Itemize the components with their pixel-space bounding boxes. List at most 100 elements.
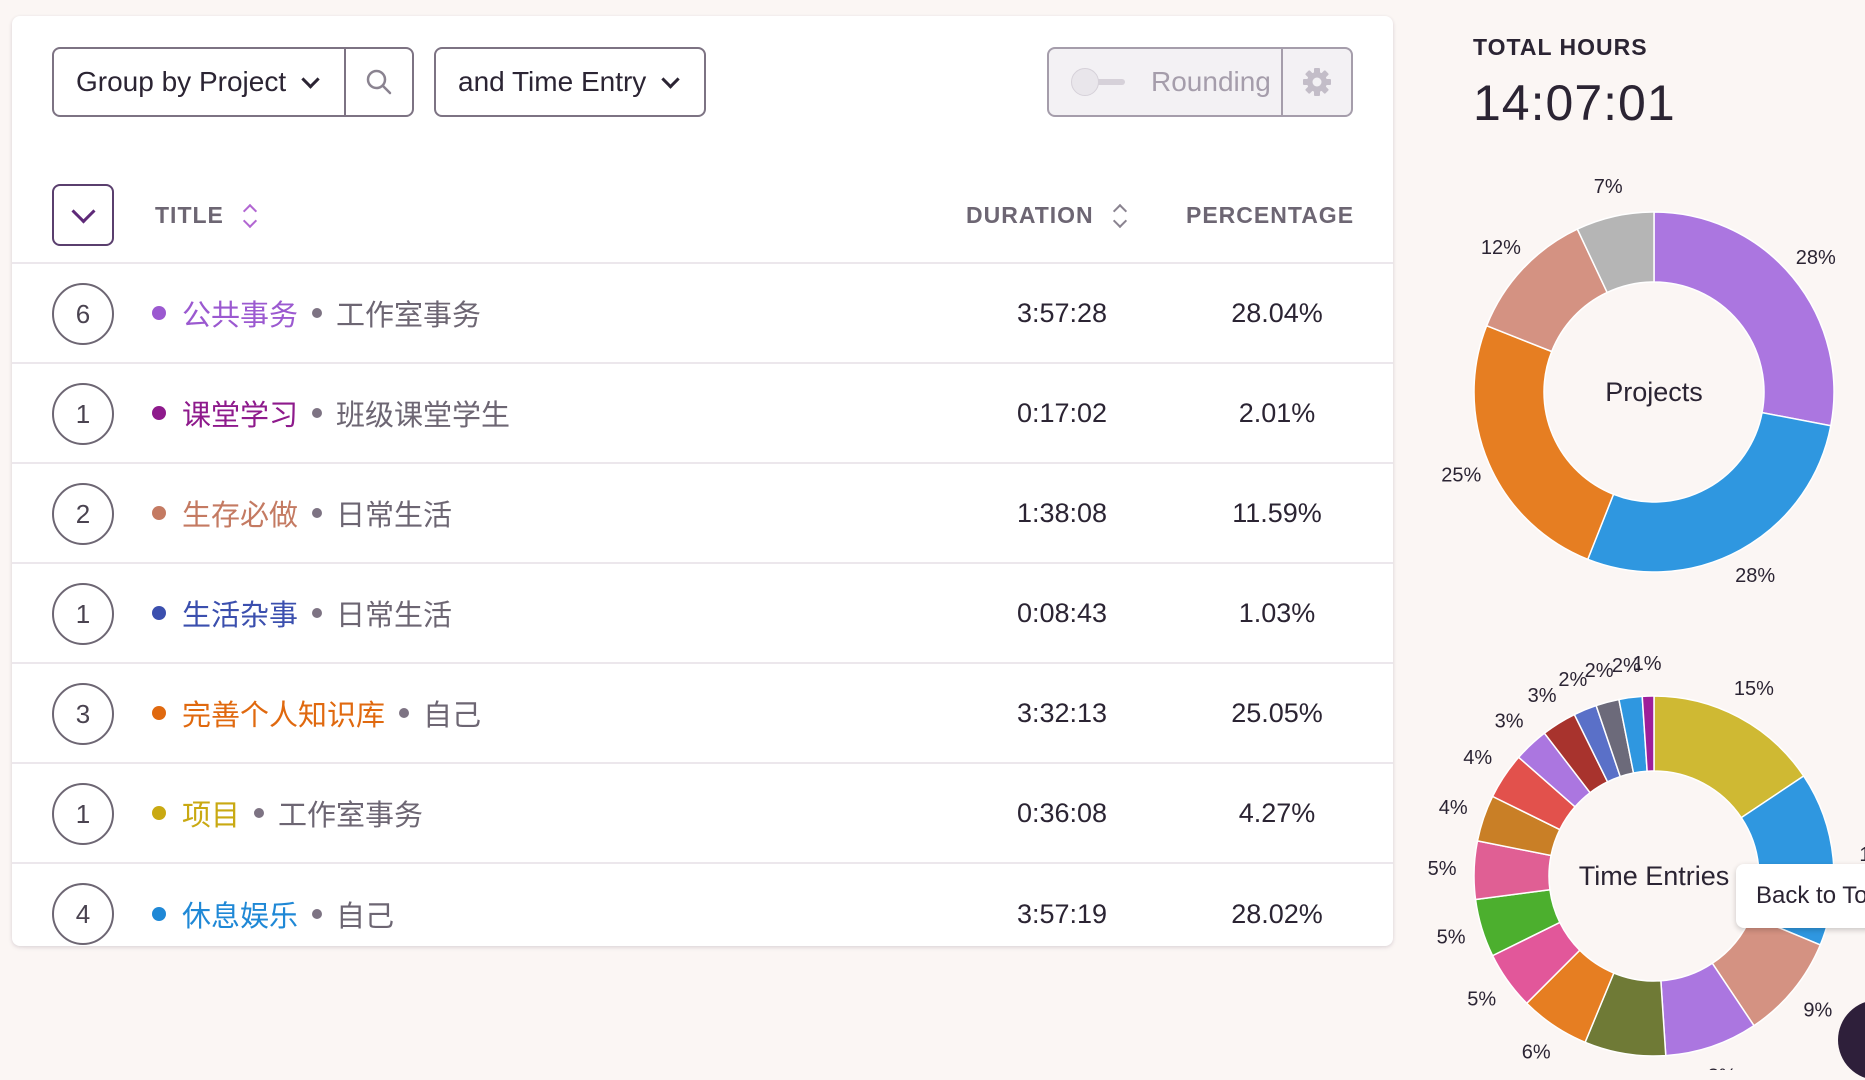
chart-slice-label: 1%	[1633, 653, 1662, 675]
rounding-toggle[interactable]	[1071, 68, 1127, 96]
client-name: 工作室事务	[336, 300, 482, 332]
chart-slice-label: 2%	[1585, 660, 1614, 682]
entry-count-badge[interactable]: 3	[52, 683, 114, 745]
percentage-cell: 28.04%	[1231, 297, 1323, 328]
chart-slice-label: 28%	[1796, 247, 1836, 269]
duration-column-header[interactable]: DURATION	[966, 202, 1128, 229]
entry-count-badge[interactable]: 6	[52, 283, 114, 345]
chart-slice-label: 2%	[1558, 669, 1587, 691]
group-by-label: Group by Project	[76, 66, 287, 97]
sub-group-dropdown[interactable]: and Time Entry	[434, 47, 706, 117]
client-name: 自己	[423, 700, 482, 732]
project-name: 休息娱乐	[182, 901, 299, 933]
chart-slice[interactable]	[1473, 324, 1615, 561]
sub-group-label: and Time Entry	[458, 66, 647, 97]
duration-cell: 3:32:13	[1016, 697, 1108, 728]
rounding-label: Rounding	[1151, 66, 1271, 97]
duration-header-label: DURATION	[966, 202, 1094, 228]
table-row[interactable]: 4 休息娱乐 自己 3:57:19 28.02%	[12, 864, 1393, 964]
gear-icon	[1303, 68, 1331, 96]
project-color-dot	[152, 306, 166, 320]
entry-count-badge[interactable]: 2	[52, 483, 114, 545]
chevron-down-icon	[661, 69, 681, 89]
chart-slice-label: 5%	[1428, 858, 1457, 880]
row-title: 公共事务 工作室事务	[152, 264, 481, 362]
chart-slice-label: 5%	[1437, 927, 1466, 949]
group-by-project-control: Group by Project	[52, 47, 414, 117]
group-by-dropdown[interactable]: Group by Project	[54, 66, 344, 98]
separator-dot	[254, 808, 265, 818]
percentage-cell: 2.01%	[1238, 397, 1316, 428]
chart-slice-label: 1	[1859, 844, 1865, 866]
separator-dot	[312, 408, 323, 418]
back-to-top-tooltip[interactable]: Back to To	[1736, 864, 1865, 928]
chart-slice-label: 8%	[1708, 1066, 1737, 1070]
duration-cell: 0:08:43	[1016, 597, 1108, 628]
search-icon	[366, 69, 392, 95]
chart-slice-label: 6%	[1522, 1041, 1551, 1063]
entry-count-badge[interactable]: 1	[52, 383, 114, 445]
chart-slice-label: 7%	[1594, 176, 1623, 198]
sort-icon	[1112, 203, 1128, 229]
table-row[interactable]: 3 完善个人知识库 自己 3:32:13 25.05%	[12, 664, 1393, 764]
separator-dot	[312, 508, 323, 518]
duration-cell: 0:36:08	[1016, 797, 1108, 828]
report-toolbar: Group by Project and Time Entry Rounding	[12, 16, 1393, 146]
row-title: 项目 工作室事务	[152, 764, 423, 862]
row-title: 生活杂事 日常生活	[152, 564, 452, 662]
rounding-control: Rounding	[1047, 47, 1353, 117]
chart-slice-label: 4%	[1439, 797, 1468, 819]
percentage-cell: 4.27%	[1238, 797, 1316, 828]
chart-slice[interactable]	[1586, 411, 1832, 573]
separator-dot	[312, 308, 323, 318]
table-row[interactable]: 1 项目 工作室事务 0:36:08 4.27%	[12, 764, 1393, 864]
chart-center-title: Projects	[1605, 377, 1703, 407]
rounding-settings-button[interactable]	[1281, 49, 1351, 115]
client-name: 日常生活	[336, 500, 453, 532]
percentage-cell: 25.05%	[1231, 697, 1323, 728]
table-row[interactable]: 2 生存必做 日常生活 1:38:08 11.59%	[12, 464, 1393, 564]
title-column-header[interactable]: TITLE	[155, 202, 258, 229]
project-color-dot	[152, 406, 166, 420]
search-button[interactable]	[344, 49, 412, 115]
percentage-column-header: PERCENTAGE	[1186, 202, 1354, 229]
project-name: 公共事务	[182, 300, 299, 332]
duration-cell: 0:17:02	[1016, 397, 1108, 428]
collapse-all-button[interactable]	[52, 184, 114, 246]
table-row[interactable]: 1 生活杂事 日常生活 0:08:43 1.03%	[12, 564, 1393, 664]
chart-slice-label: 3%	[1528, 685, 1557, 707]
title-header-label: TITLE	[155, 202, 224, 228]
tooltip-label: Back to To	[1756, 882, 1865, 909]
entry-count-badge[interactable]: 1	[52, 783, 114, 845]
chart-slice-label: 5%	[1467, 988, 1496, 1010]
client-name: 日常生活	[336, 600, 453, 632]
chart-slice-label: 15%	[1734, 678, 1774, 700]
row-title: 完善个人知识库 自己	[152, 664, 481, 762]
percentage-cell: 1.03%	[1238, 597, 1316, 628]
client-name: 自己	[336, 901, 395, 933]
duration-cell: 3:57:19	[1016, 898, 1108, 929]
table-row[interactable]: 1 课堂学习 班级课堂学生 0:17:02 2.01%	[12, 364, 1393, 464]
chart-slice-label: 12%	[1481, 237, 1521, 259]
project-name: 生活杂事	[182, 600, 299, 632]
duration-cell: 3:57:28	[1016, 297, 1108, 328]
client-name: 班级课堂学生	[336, 400, 511, 432]
row-title: 休息娱乐 自己	[152, 864, 394, 964]
percentage-header-label: PERCENTAGE	[1186, 202, 1355, 228]
project-color-dot	[152, 706, 166, 720]
entry-count-badge[interactable]: 1	[52, 583, 114, 645]
chart-slice-label: 4%	[1463, 747, 1492, 769]
project-color-dot	[152, 806, 166, 820]
duration-cell: 1:38:08	[1016, 497, 1108, 528]
project-name: 完善个人知识库	[182, 700, 386, 732]
project-color-dot	[152, 907, 166, 921]
project-name: 项目	[182, 800, 241, 832]
chart-slice-label: 9%	[1803, 999, 1832, 1021]
chart-slice-label: 3%	[1495, 710, 1524, 732]
chevron-down-icon	[301, 69, 320, 89]
chart-slice-label: 28%	[1735, 565, 1775, 587]
table-row[interactable]: 6 公共事务 工作室事务 3:57:28 28.04%	[12, 264, 1393, 364]
separator-dot	[312, 909, 323, 919]
separator-dot	[399, 708, 410, 718]
entry-count-badge[interactable]: 4	[52, 883, 114, 945]
